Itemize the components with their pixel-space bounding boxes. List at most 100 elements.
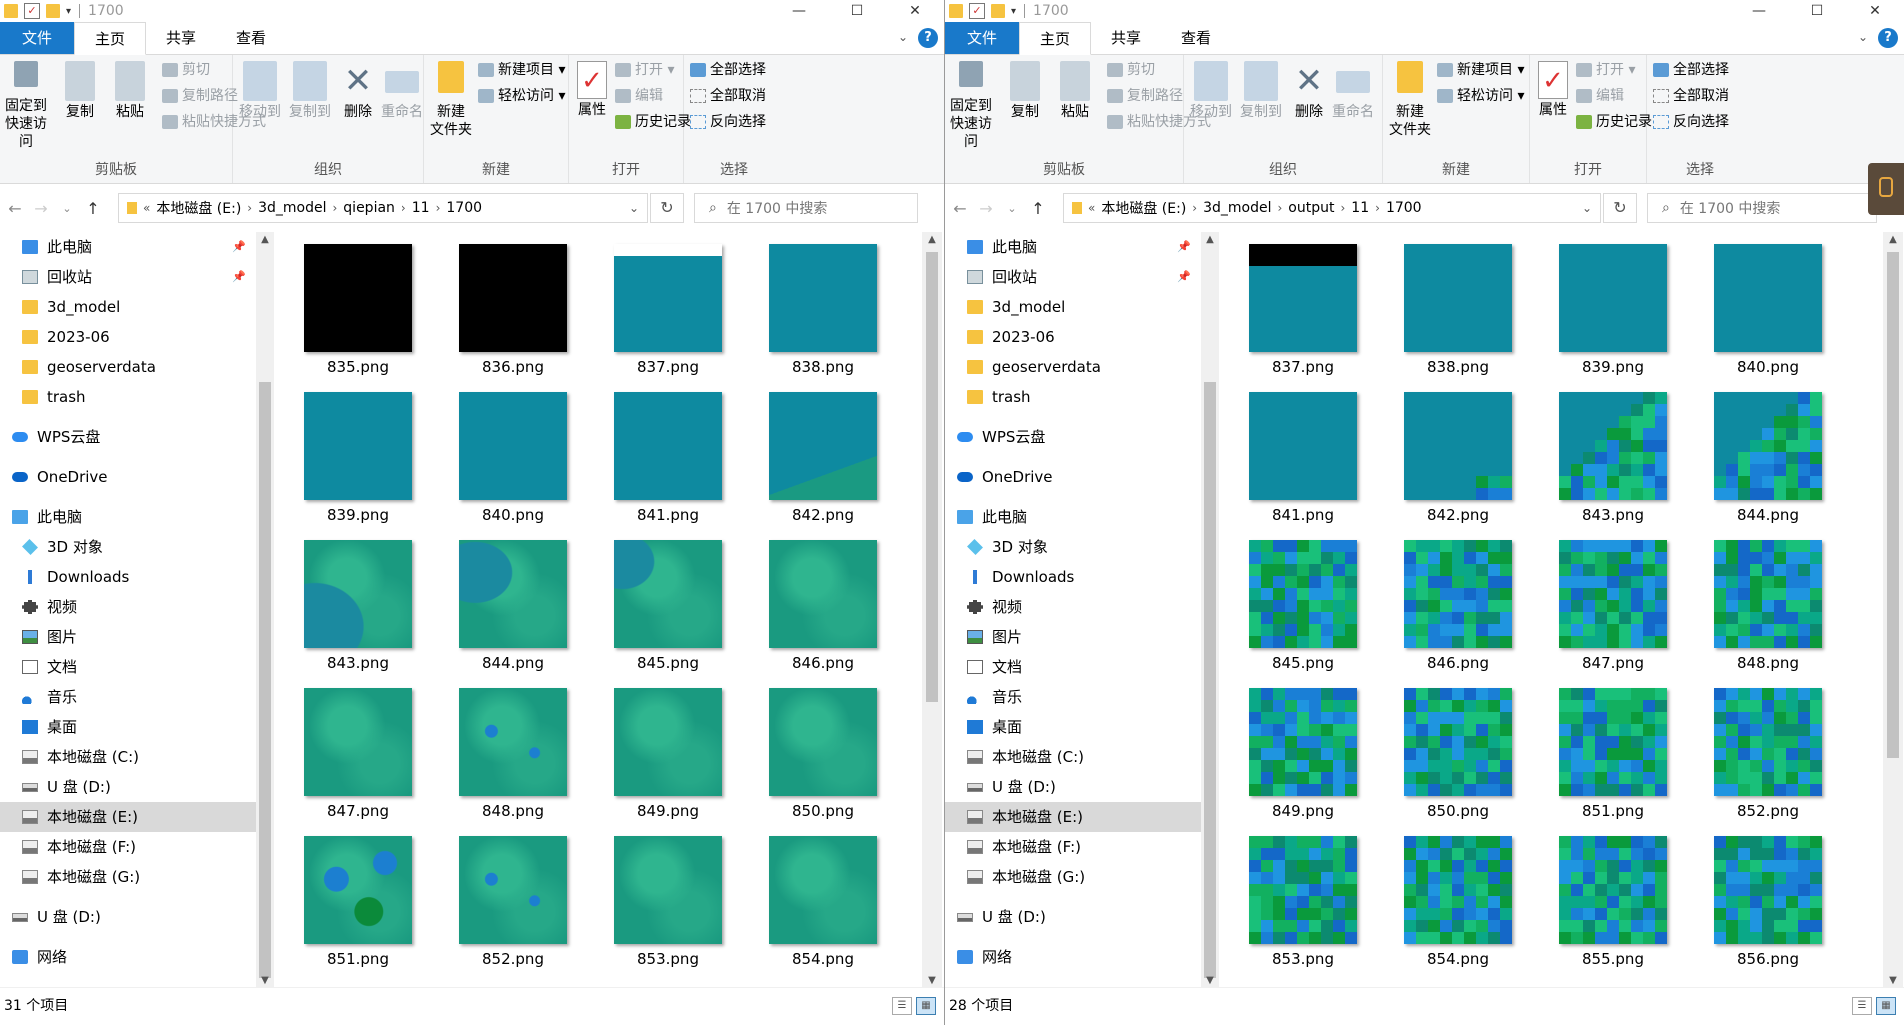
copy-path-button[interactable]: 复制路径: [1107, 85, 1183, 107]
ribbon-collapse-icon[interactable]: ⌄: [898, 30, 908, 44]
nav-item[interactable]: U 盘 (D:): [0, 772, 256, 802]
pin-quick-access-button[interactable]: 固定到 快速访问: [945, 61, 997, 151]
new-item-button[interactable]: 新建项目 ▾: [1437, 59, 1524, 81]
maximize-button[interactable]: ☐: [828, 0, 886, 22]
nav-item[interactable]: WPS云盘: [945, 422, 1201, 452]
file-tile[interactable]: 837.png: [1233, 232, 1373, 376]
breadcrumb-item[interactable]: 本地磁盘 (E:): [156, 198, 241, 218]
nav-item[interactable]: U 盘 (D:): [945, 772, 1201, 802]
breadcrumb-chevron-icon[interactable]: ›: [401, 201, 406, 215]
select-none-button[interactable]: 全部取消: [1653, 85, 1729, 107]
file-tile[interactable]: 849.png: [1233, 676, 1373, 820]
copy-to-button[interactable]: 复制到: [1238, 61, 1284, 121]
search-box[interactable]: ⌕ 在 1700 中搜索: [694, 193, 918, 223]
breadcrumb-item[interactable]: 本地磁盘 (E:): [1101, 198, 1186, 218]
breadcrumb-chevron-icon[interactable]: ›: [436, 201, 441, 215]
new-folder-button[interactable]: 新建 文件夹: [1387, 61, 1433, 139]
nav-item[interactable]: 本地磁盘 (C:): [0, 742, 256, 772]
up-icon[interactable]: ↑: [1025, 199, 1051, 218]
history-button[interactable]: 历史记录: [615, 111, 691, 133]
breadcrumb-item[interactable]: 11: [1351, 200, 1369, 216]
file-tile[interactable]: 842.png: [753, 380, 893, 524]
minimize-button[interactable]: —: [770, 0, 828, 22]
copy-button[interactable]: 复制: [62, 61, 98, 121]
breadcrumb-item[interactable]: qiepian: [343, 200, 395, 216]
properties-button[interactable]: ✓ 属性: [573, 61, 611, 119]
breadcrumb-item[interactable]: 3d_model: [258, 200, 326, 216]
nav-item[interactable]: trash: [0, 382, 256, 412]
nav-item[interactable]: 文档: [0, 652, 256, 682]
file-tile[interactable]: 839.png: [288, 380, 428, 524]
overflow-icon[interactable]: «: [1088, 201, 1095, 215]
forward-icon[interactable]: →: [28, 199, 54, 218]
cut-button[interactable]: 剪切: [162, 59, 210, 81]
file-tile[interactable]: 835.png: [288, 232, 428, 376]
open-button[interactable]: 打开 ▾: [1576, 59, 1635, 81]
nav-item[interactable]: 此电脑 📌: [0, 232, 256, 262]
nav-item[interactable]: 此电脑: [0, 502, 256, 532]
easy-access-button[interactable]: 轻松访问 ▾: [478, 85, 565, 107]
tab-3[interactable]: 查看: [1161, 22, 1231, 54]
file-tile[interactable]: 850.png: [753, 676, 893, 820]
refresh-button[interactable]: ↻: [1603, 193, 1637, 223]
nav-item[interactable]: 回收站 📌: [945, 262, 1201, 292]
move-to-button[interactable]: 移动到: [1188, 61, 1234, 121]
file-tile[interactable]: 853.png: [598, 824, 738, 968]
nav-item[interactable]: 3D 对象: [945, 532, 1201, 562]
select-all-button[interactable]: 全部选择: [1653, 59, 1729, 81]
nav-item[interactable]: Downloads: [0, 562, 256, 592]
file-tile[interactable]: 848.png: [1698, 528, 1838, 672]
nav-item[interactable]: 回收站 📌: [0, 262, 256, 292]
up-icon[interactable]: ↑: [80, 199, 106, 218]
new-item-button[interactable]: 新建项目 ▾: [478, 59, 565, 81]
breadcrumb-item[interactable]: output: [1288, 200, 1334, 216]
new-folder-quick-icon[interactable]: [991, 4, 1005, 18]
file-tile[interactable]: 847.png: [1543, 528, 1683, 672]
delete-button[interactable]: ✕ 删除: [1292, 61, 1326, 121]
nav-item[interactable]: 文档: [945, 652, 1201, 682]
file-tile[interactable]: 843.png: [1543, 380, 1683, 524]
breadcrumb-item[interactable]: 1700: [1386, 200, 1422, 216]
maximize-button[interactable]: ☐: [1788, 0, 1846, 22]
nav-item[interactable]: trash: [945, 382, 1201, 412]
properties-quick-icon[interactable]: ✓: [969, 3, 985, 19]
pin-icon[interactable]: 📌: [1177, 262, 1191, 292]
file-tile[interactable]: 845.png: [1233, 528, 1373, 672]
easy-access-button[interactable]: 轻松访问 ▾: [1437, 85, 1524, 107]
quick-access-dropdown-icon[interactable]: ▾: [66, 6, 71, 17]
nav-item[interactable]: 桌面: [945, 712, 1201, 742]
quick-access-dropdown-icon[interactable]: ▾: [1011, 6, 1016, 17]
refresh-button[interactable]: ↻: [650, 193, 684, 223]
file-tile[interactable]: 841.png: [598, 380, 738, 524]
file-scrollbar[interactable]: ▲ ▼: [1883, 232, 1903, 988]
rename-button[interactable]: 重命名: [379, 61, 425, 121]
nav-item[interactable]: 网络: [0, 942, 256, 972]
file-tile[interactable]: 846.png: [1388, 528, 1528, 672]
nav-item[interactable]: OneDrive: [945, 462, 1201, 492]
scroll-down-icon[interactable]: ▼: [256, 975, 274, 986]
file-scrollbar-thumb[interactable]: [926, 252, 938, 702]
address-bar[interactable]: «本地磁盘 (E:) › 3d_model › qiepian › 11 › 1700 ⌄: [118, 193, 648, 223]
scroll-down-icon[interactable]: ▼: [1883, 975, 1903, 986]
scroll-up-icon[interactable]: ▲: [1883, 234, 1903, 245]
breadcrumb-item[interactable]: 3d_model: [1203, 200, 1271, 216]
nav-item[interactable]: U 盘 (D:): [945, 902, 1201, 932]
nav-item[interactable]: 本地磁盘 (E:): [0, 802, 256, 832]
edit-button[interactable]: 编辑: [1576, 85, 1624, 107]
scroll-up-icon[interactable]: ▲: [1201, 234, 1219, 245]
nav-item[interactable]: OneDrive: [0, 462, 256, 492]
tab-3[interactable]: 查看: [216, 22, 286, 54]
scroll-down-icon[interactable]: ▼: [1201, 975, 1219, 986]
tab-0[interactable]: 文件: [945, 22, 1020, 54]
nav-scrollbar[interactable]: ▲ ▼: [1201, 232, 1219, 988]
pin-icon[interactable]: 📌: [232, 262, 246, 292]
nav-item[interactable]: 音乐: [0, 682, 256, 712]
move-to-button[interactable]: 移动到: [237, 61, 283, 121]
edit-button[interactable]: 编辑: [615, 85, 663, 107]
breadcrumb-chevron-icon[interactable]: ›: [247, 201, 252, 215]
nav-item[interactable]: 2023-06: [0, 322, 256, 352]
invert-selection-button[interactable]: 反向选择: [690, 111, 766, 133]
file-tile[interactable]: 854.png: [753, 824, 893, 968]
nav-item[interactable]: 本地磁盘 (G:): [945, 862, 1201, 892]
file-tile[interactable]: 847.png: [288, 676, 428, 820]
